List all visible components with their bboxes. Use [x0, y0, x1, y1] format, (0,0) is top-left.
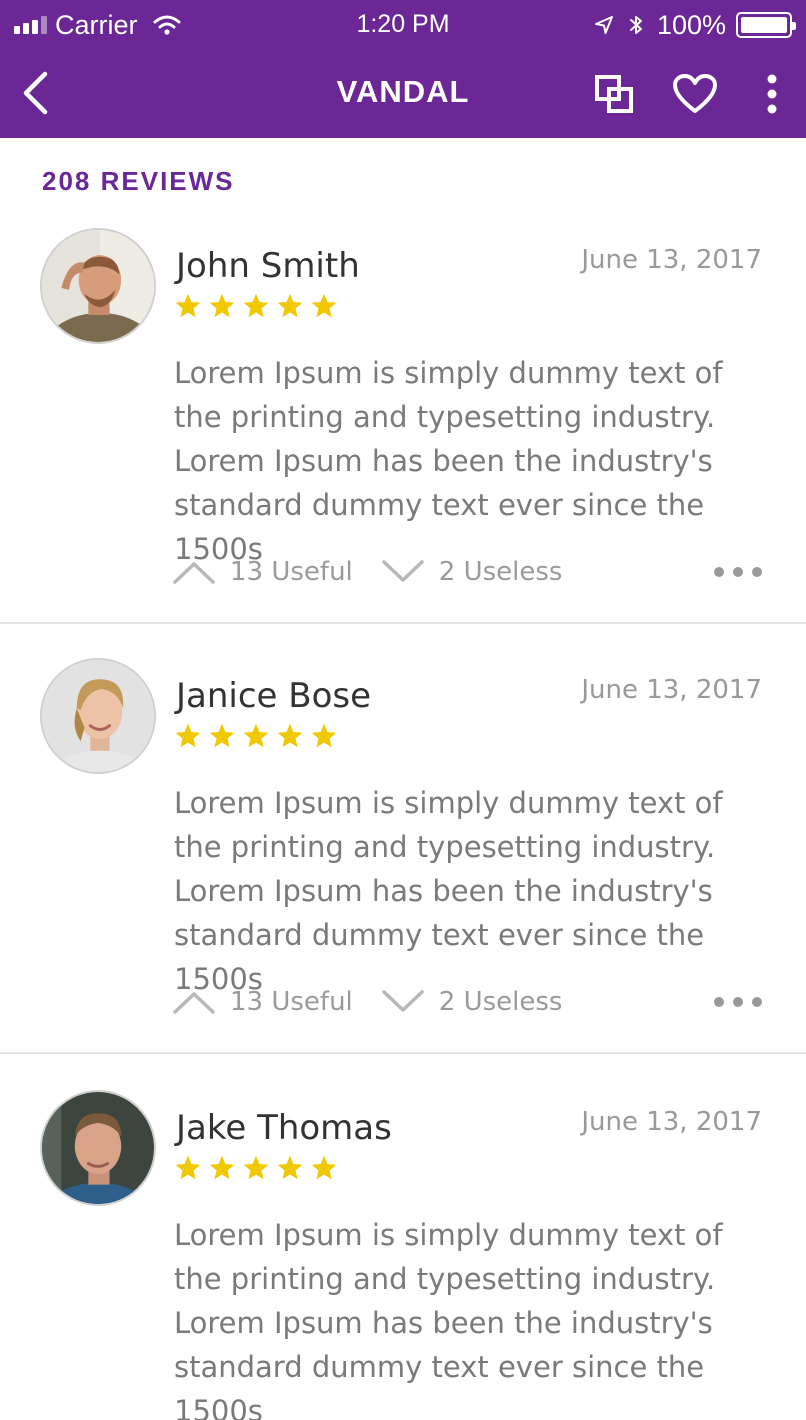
star-icon — [175, 1155, 201, 1180]
star-icon — [175, 293, 201, 318]
bluetooth-icon — [629, 16, 642, 34]
review-date: June 13, 2017 — [581, 675, 762, 705]
useless-button[interactable]: 2 Useless — [381, 557, 563, 587]
reviewer-name[interactable]: John Smith — [176, 246, 360, 286]
useless-count: 2 Useless — [438, 987, 563, 1017]
useful-button[interactable]: 13 Useful — [172, 557, 353, 587]
review-date: June 13, 2017 — [581, 245, 762, 275]
star-icon — [311, 293, 337, 318]
divider — [0, 1052, 806, 1054]
status-bar: Carrier 1:20 PM 100% — [0, 0, 806, 50]
avatar — [40, 228, 156, 344]
review-date: June 13, 2017 — [581, 1107, 762, 1137]
star-icon — [209, 723, 235, 748]
reviewer-name[interactable]: Jake Thomas — [176, 1108, 392, 1148]
useless-button[interactable]: 2 Useless — [381, 987, 563, 1017]
review-actions: 13 Useful 2 Useless — [172, 554, 762, 590]
avatar-photo — [42, 660, 154, 772]
reviewer-name[interactable]: Janice Bose — [176, 676, 371, 716]
battery-percentage: 100% — [656, 9, 726, 40]
star-icon — [243, 1155, 269, 1180]
star-icon — [277, 723, 303, 748]
avatar-photo — [42, 1092, 154, 1204]
favorite-button[interactable] — [671, 70, 719, 118]
compare-button[interactable] — [590, 70, 638, 118]
chevron-up-icon — [173, 992, 215, 1014]
location-arrow-icon — [594, 16, 613, 34]
rating-stars — [174, 1154, 338, 1182]
battery-icon — [736, 12, 796, 38]
chevron-up-icon — [173, 562, 215, 584]
rating-stars — [174, 722, 338, 750]
chevron-down-icon — [382, 990, 424, 1012]
heart-icon — [673, 74, 717, 113]
review-text: Lorem Ipsum is simply dummy text of the … — [174, 356, 723, 566]
star-icon — [311, 723, 337, 748]
star-icon — [311, 1155, 337, 1180]
divider — [0, 622, 806, 624]
star-icon — [243, 723, 269, 748]
useful-button[interactable]: 13 Useful — [172, 987, 353, 1017]
useless-count: 2 Useless — [438, 557, 563, 587]
star-icon — [277, 1155, 303, 1180]
useful-count: 13 Useful — [230, 987, 353, 1017]
more-vertical-icon — [767, 74, 777, 114]
avatar-photo — [42, 230, 154, 342]
useful-count: 13 Useful — [230, 557, 353, 587]
review-actions: 13 Useful 2 Useless — [172, 984, 762, 1020]
more-horizontal-icon[interactable] — [714, 997, 762, 1007]
avatar — [40, 1090, 156, 1206]
star-icon — [209, 1155, 235, 1180]
review-text: Lorem Ipsum is simply dummy text of the … — [174, 1218, 723, 1420]
more-options-button[interactable] — [748, 70, 796, 118]
status-bar-right: 100% — [593, 8, 796, 42]
star-icon — [277, 293, 303, 318]
star-icon — [175, 723, 201, 748]
nav-bar: VANDAL — [0, 50, 806, 138]
rating-stars — [174, 292, 338, 320]
layers-icon — [595, 75, 633, 113]
review-text: Lorem Ipsum is simply dummy text of the … — [174, 786, 723, 996]
more-horizontal-icon[interactable] — [714, 567, 762, 577]
reviews-count: 208 REVIEWS — [42, 166, 235, 196]
star-icon — [243, 293, 269, 318]
chevron-down-icon — [382, 560, 424, 582]
star-icon — [209, 293, 235, 318]
avatar — [40, 658, 156, 774]
app-header: Carrier 1:20 PM 100% VANDAL — [0, 0, 806, 138]
